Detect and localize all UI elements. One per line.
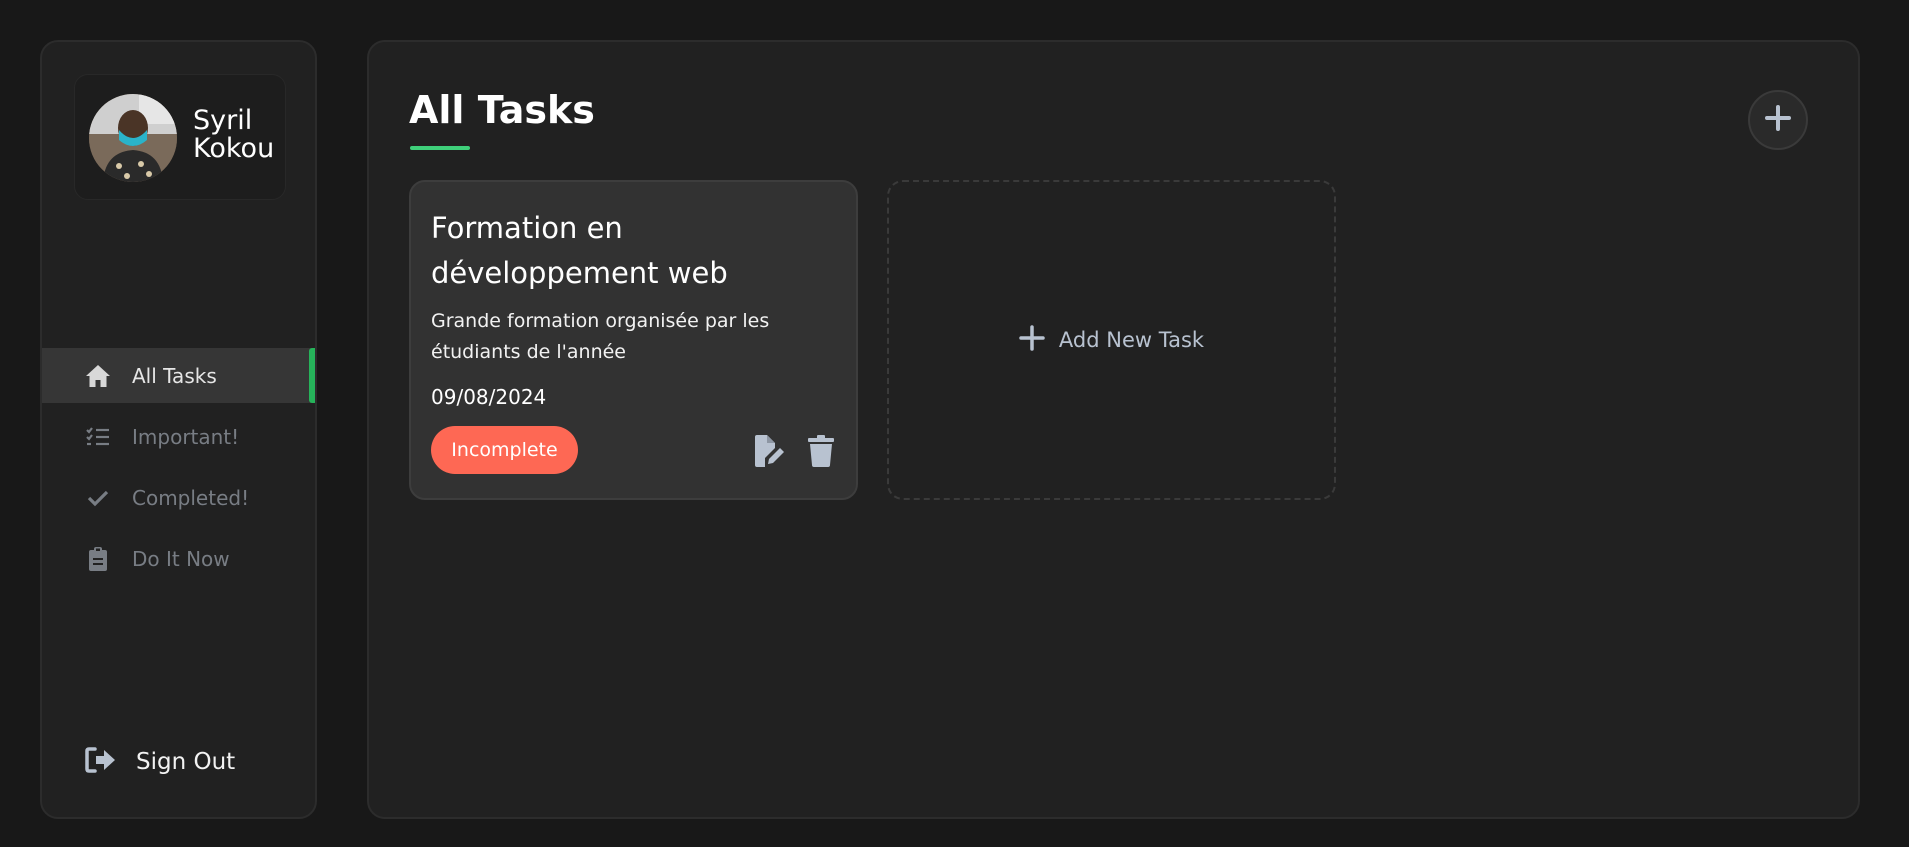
sidebar-item-label: Important! — [132, 424, 240, 449]
title-underline — [410, 146, 470, 150]
checklist-icon — [84, 423, 112, 451]
sidebar-item-label: All Tasks — [132, 363, 217, 388]
add-new-task-card[interactable]: Add New Task — [887, 180, 1336, 500]
sign-out-button[interactable]: Sign Out — [84, 742, 235, 782]
sidebar-nav: All Tasks Important! Completed! Do It No… — [42, 348, 315, 592]
home-icon — [84, 362, 112, 390]
plus-icon — [1764, 104, 1792, 136]
add-task-button[interactable] — [1748, 90, 1808, 150]
trash-icon[interactable] — [804, 435, 838, 467]
main-panel: All Tasks Formation en développement web… — [367, 40, 1860, 819]
sidebar-item-important[interactable]: Important! — [42, 409, 315, 464]
task-title: Formation en développement web — [431, 211, 728, 290]
add-new-task-label: Add New Task — [1058, 328, 1205, 352]
page-title: All Tasks — [409, 88, 595, 132]
task-actions — [752, 435, 838, 467]
sidebar-item-all-tasks[interactable]: All Tasks — [42, 348, 315, 403]
sidebar-item-completed[interactable]: Completed! — [42, 470, 315, 525]
sign-out-icon — [84, 746, 118, 778]
status-toggle-button[interactable]: Incomplete — [431, 426, 578, 474]
user-name: Syril Kokou — [193, 105, 275, 164]
task-description: Grande formation organisée par les étudi… — [431, 310, 770, 363]
plus-icon — [1019, 325, 1045, 355]
app-root: Syril Kokou All Tasks Important! Complet… — [0, 0, 1909, 847]
task-card: Formation en développement web Grande fo… — [409, 180, 858, 500]
sidebar-item-label: Completed! — [132, 485, 250, 510]
sidebar: Syril Kokou All Tasks Important! Complet… — [40, 40, 317, 819]
user-profile: Syril Kokou — [74, 74, 286, 200]
check-icon — [84, 484, 112, 512]
user-avatar — [89, 94, 177, 182]
task-date: 09/08/2024 — [431, 385, 547, 409]
sidebar-item-label: Do It Now — [132, 546, 230, 571]
clipboard-icon — [84, 545, 112, 573]
sign-out-label: Sign Out — [136, 749, 236, 775]
edit-icon[interactable] — [752, 435, 786, 467]
sidebar-item-do-it-now[interactable]: Do It Now — [42, 531, 315, 586]
